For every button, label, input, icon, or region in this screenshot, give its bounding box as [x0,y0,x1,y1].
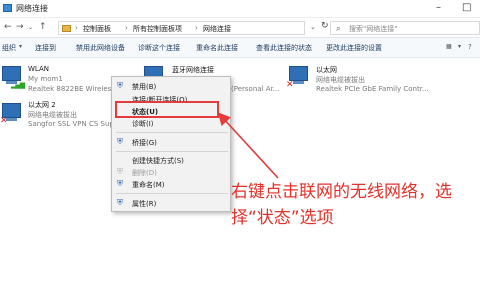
network-folder-icon [3,4,12,12]
crumb-separator-icon: › [125,24,128,32]
back-arrow-icon[interactable]: ← [4,22,12,32]
connection-name: 以太网 2 [28,101,56,109]
refresh-icon[interactable]: ↻ [321,21,329,31]
chevron-down-icon: ▾ [19,43,23,50]
address-field[interactable]: › 控制面板 › 所有控制面板项 › 网络连接 [58,21,305,35]
address-bar: ← → ⌄ ↑ › 控制面板 › 所有控制面板项 › 网络连接 ⌄ ↻ ⌕ 搜索… [0,18,480,38]
connection-ethernet[interactable]: ✕ 以太网 网络电缆被拔出 Realtek PCIe GbE Family Co… [285,62,480,96]
shield-icon: ⛨ [117,137,123,146]
command-toolbar: 组织 ▾ 连接到 禁用此网络设备 诊断这个连接 重命名此连接 查看此连接的状态 … [0,38,480,58]
view-status-button[interactable]: 查看此连接的状态 [256,43,312,53]
menu-item-label: 创建快捷方式(S) [132,157,184,165]
minimize-icon[interactable]: – [436,2,441,13]
context-menu: ⛨ 禁用(B) 连接/断开连接(O) 状态(U) 诊断(I) ⛨ 桥接(G) 创… [111,76,231,212]
menu-item-label: 重命名(M) [132,181,165,189]
recent-dropdown-icon[interactable]: ⌄ [28,24,33,31]
breadcrumb-network-connections[interactable]: 网络连接 [203,24,231,34]
organize-button[interactable]: 组织 [2,43,16,53]
forward-arrow-icon[interactable]: → [16,22,24,32]
connect-to-button[interactable]: 连接到 [35,43,56,53]
menu-item-delete: ⛨ 删除(D) [112,166,230,178]
disable-device-button[interactable]: 禁用此网络设备 [76,43,125,53]
menu-item-label: 属性(R) [132,200,157,208]
signal-bars-icon: ▂▄▆ [11,81,25,89]
connection-ethernet-2[interactable]: ✕ 以太网 2 网络电缆被拔出 Sangfor SSL VPN CS Supp [0,98,118,132]
menu-item-diagnose[interactable]: 诊断(I) [112,117,230,129]
shield-icon: ⛨ [117,179,123,188]
menu-item-label: 诊断(I) [132,120,154,128]
menu-separator [116,132,228,133]
chevron-down-icon[interactable]: ▾ [458,43,461,50]
shield-icon: ⛨ [117,167,123,176]
menu-item-rename[interactable]: ⛨ 重命名(M) [112,178,230,190]
menu-item-label: 桥接(G) [132,139,157,147]
breadcrumb-all-items[interactable]: 所有控制面板项 [133,24,182,34]
menu-item-bridge[interactable]: ⛨ 桥接(G) [112,136,230,148]
title-bar: 网络连接 – □ [0,0,480,18]
ethernet-adapter-icon [289,66,308,84]
search-icon: ⌕ [336,24,341,33]
diagnose-button[interactable]: 诊断这个连接 [138,43,180,53]
connection-adapter: Realtek PCIe GbE Family Contr... [316,85,429,93]
crumb-separator-icon: › [195,24,198,32]
connection-wlan[interactable]: ▂▄▆ WLAN My mom1 Realtek 8822BE Wireless [0,62,115,96]
crumb-separator-icon: › [75,24,78,32]
rename-button[interactable]: 重命名此连接 [196,43,238,53]
shield-icon: ⛨ [117,198,123,207]
help-icon[interactable]: ? [468,43,472,51]
menu-item-disable[interactable]: ⛨ 禁用(B) [112,80,230,92]
search-input[interactable]: ⌕ 搜索"网络连接" [330,21,480,35]
status-highlight-box [115,101,219,118]
window-title: 网络连接 [16,4,48,13]
search-placeholder: 搜索"网络连接" [349,25,398,33]
connection-status: 网络电缆被拔出 [316,76,365,84]
connection-name: 蓝牙网络连接 [172,66,214,74]
address-dropdown-icon[interactable]: ⌄ [310,23,316,31]
control-panel-icon [62,25,71,32]
connection-network: My mom1 [28,75,63,83]
menu-item-properties[interactable]: ⛨ 属性(R) [112,197,230,209]
disconnected-icon: ✕ [0,116,8,126]
disconnected-icon: ✕ [286,80,294,90]
connection-adapter: Sangfor SSL VPN CS Supp [28,120,119,128]
shield-icon: ⛨ [117,81,123,90]
connection-adapter: (Personal Ar... [231,85,280,93]
breadcrumb-control-panel[interactable]: 控制面板 [83,24,111,34]
menu-item-create-shortcut[interactable]: 创建快捷方式(S) [112,154,230,166]
annotation-line-1: 右键点击联网的无线网络，选 [231,182,452,202]
connection-status: 网络电缆被拔出 [28,111,77,119]
menu-item-label: 禁用(B) [132,83,157,91]
wireless-adapter-icon [2,66,21,84]
connection-adapter: Realtek 8822BE Wireless [28,85,115,93]
connection-name: 以太网 [316,66,337,74]
up-arrow-icon[interactable]: ↑ [39,22,47,32]
change-settings-button[interactable]: 更改此连接的设置 [326,43,382,53]
connection-name: WLAN [28,65,50,73]
menu-separator [116,193,228,194]
maximize-icon[interactable]: □ [462,2,471,13]
menu-separator [116,151,228,152]
menu-item-label: 删除(D) [132,169,157,177]
annotation-line-2: 择“状态”选项 [231,208,334,228]
view-options-icon[interactable]: ▦ [446,43,452,50]
